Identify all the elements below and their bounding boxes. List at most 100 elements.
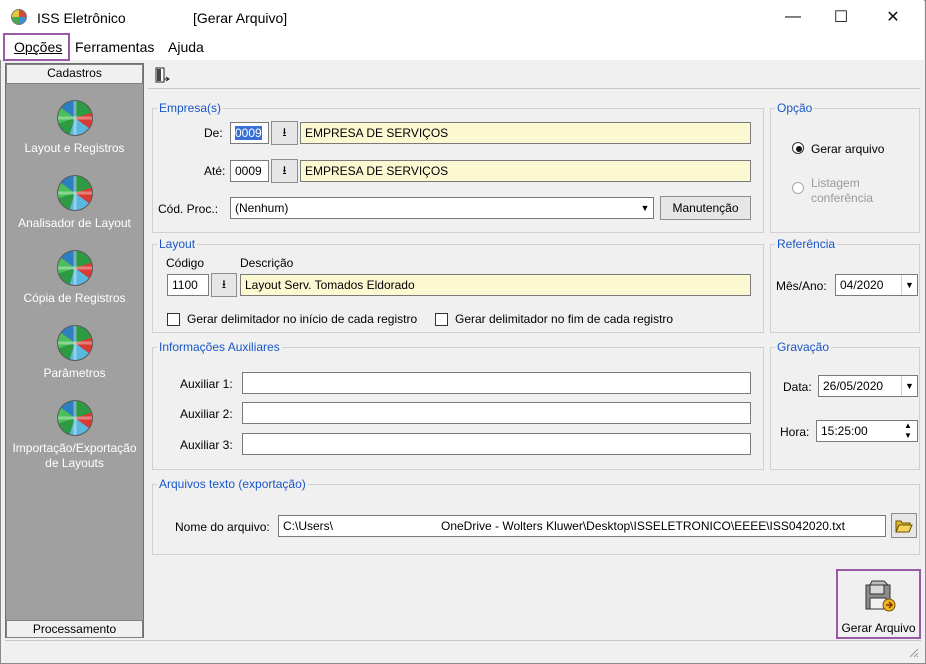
status-bar [5,640,921,660]
toolbar-separator [148,88,920,89]
delim-inicio-label[interactable]: Gerar delimitador no início de cada regi… [187,312,417,326]
spin-up-icon[interactable]: ▲ [900,421,916,431]
sidebar-item-layout-registros[interactable]: Layout e Registros [6,100,143,155]
close-icon: ✕ [886,9,900,26]
sidebar-item-label: Parâmetros [43,366,106,380]
arquivos-legend: Arquivos texto (exportação) [159,477,306,491]
globe-icon [56,100,93,136]
mes-ano-select[interactable]: 04/2020 ▼ [835,274,918,296]
sidebar-item-analisador-layout[interactable]: Analisador de Layout [6,175,143,230]
data-value: 26/05/2020 [823,379,884,393]
close-button[interactable]: ✕ [870,0,916,34]
opcao-legend: Opção [777,101,813,115]
mes-ano-label: Mês/Ano: [776,279,827,293]
app-title: ISS Eletrônico [37,10,126,26]
aux2-input[interactable] [242,402,751,424]
spin-down-icon[interactable]: ▼ [900,431,916,441]
de-code-input[interactable]: 0009 [230,122,269,144]
globe-icon [56,400,93,436]
layout-codigo-input[interactable]: 1100 [167,274,209,296]
listagem-conferencia-radio[interactable] [792,182,804,194]
gravacao-legend: Gravação [777,340,830,354]
de-lookup-button[interactable]: ⭳ [271,121,298,145]
download-arrow-icon: ⭳ [282,162,287,177]
globe-icon [56,250,93,286]
cod-proc-select[interactable]: (Nenhum) ▼ [230,197,654,219]
hora-value: 15:25:00 [821,424,868,438]
delim-inicio-checkbox[interactable] [167,313,180,326]
codigo-label: Código [166,256,205,270]
floppy-disk-icon [865,580,896,612]
manutencao-button[interactable]: Manutenção [660,196,751,220]
globe-icon [56,175,93,211]
sidebar: Cadastros Layout e Registros Analisador … [5,63,144,638]
aux2-label: Auxiliar 2: [180,407,233,421]
maximize-icon: ☐ [833,9,849,26]
aux3-input[interactable] [242,433,751,455]
delim-fim-checkbox[interactable] [435,313,448,326]
nome-arquivo-input[interactable]: C:\Users\ OneDrive - Wolters Kluwer\Desk… [278,515,886,537]
gerar-arquivo-label[interactable]: Gerar arquivo [811,142,884,156]
gerar-arquivo-button[interactable]: Gerar Arquivo [836,569,921,639]
sidebar-item-label: Analisador de Layout [18,216,131,230]
minimize-button[interactable]: — [770,0,816,34]
layout-lookup-button[interactable]: ⭳ [211,273,237,297]
sidebar-footer-processamento[interactable]: Processamento [6,620,143,638]
empresas-legend: Empresa(s) [159,101,222,115]
manutencao-label: Manutenção [672,201,739,215]
de-label: De: [204,126,223,140]
chevron-down-icon: ▼ [901,376,917,396]
ate-code-input[interactable]: 0009 [230,160,269,182]
listagem-conferencia-label[interactable]: Listagem conferência [811,176,891,206]
layout-descricao-field[interactable]: Layout Serv. Tomados Eldorado [240,274,751,296]
menu-opcoes-label: Opções [14,39,63,55]
de-name-field[interactable]: EMPRESA DE SERVIÇOS [300,122,751,144]
sidebar-item-parametros[interactable]: Parâmetros [6,325,143,380]
ate-label: Até: [204,164,226,178]
aux3-label: Auxiliar 3: [180,438,233,452]
maximize-button[interactable]: ☐ [818,0,864,34]
delim-fim-label[interactable]: Gerar delimitador no fim de cada registr… [455,312,673,326]
sidebar-item-label: Importação/Exportação de Layouts [12,441,137,470]
ate-lookup-button[interactable]: ⭳ [271,159,298,183]
opcao-group: Opção [770,101,920,233]
minimize-icon: — [785,8,801,25]
aux1-input[interactable] [242,372,751,394]
chevron-down-icon: ▼ [640,203,650,213]
sidebar-item-importacao-exportacao[interactable]: Importação/Exportação de Layouts [6,400,143,471]
globe-icon [56,325,93,361]
document-title: [Gerar Arquivo] [193,10,288,26]
folder-open-icon [895,520,913,532]
data-label: Data: [783,380,812,394]
download-arrow-icon: ⭳ [282,124,287,139]
sidebar-item-copia-registros[interactable]: Cópia de Registros [6,250,143,305]
layout-legend: Layout [159,237,196,251]
path-end: OneDrive - Wolters Kluwer\Desktop\ISSELE… [441,519,845,533]
app-logo-icon [11,9,27,25]
gerar-arquivo-radio[interactable] [792,142,804,154]
resize-grip-icon[interactable] [907,646,919,658]
referencia-legend: Referência [777,237,836,251]
chevron-down-icon: ▼ [901,275,917,295]
gerar-arquivo-label: Gerar Arquivo [841,621,916,635]
sidebar-header-cadastros[interactable]: Cadastros [6,64,143,84]
menu-ferramentas[interactable]: Ferramentas [75,39,154,55]
aux-legend: Informações Auxiliares [159,340,280,354]
mes-ano-value: 04/2020 [840,278,884,292]
browse-folder-button[interactable] [891,513,917,538]
exit-door-icon[interactable] [154,67,170,89]
sidebar-item-label: Layout e Registros [24,141,125,155]
hora-spinner[interactable]: 15:25:00 ▲ ▼ [816,420,918,442]
download-arrow-icon: ⭳ [221,276,227,291]
sidebar-item-label: Cópia de Registros [23,291,126,305]
hora-label: Hora: [780,425,810,439]
descricao-label: Descrição [240,256,294,270]
menu-ajuda[interactable]: Ajuda [168,39,204,55]
path-start: C:\Users\ [283,519,334,533]
menu-opcoes[interactable]: Opções [3,33,70,61]
nome-arquivo-label: Nome do arquivo: [175,520,270,534]
data-picker[interactable]: 26/05/2020 ▼ [818,375,918,397]
gravacao-group: Gravação [770,340,920,470]
ate-name-field[interactable]: EMPRESA DE SERVIÇOS [300,160,751,182]
de-code-value: 0009 [235,126,262,140]
